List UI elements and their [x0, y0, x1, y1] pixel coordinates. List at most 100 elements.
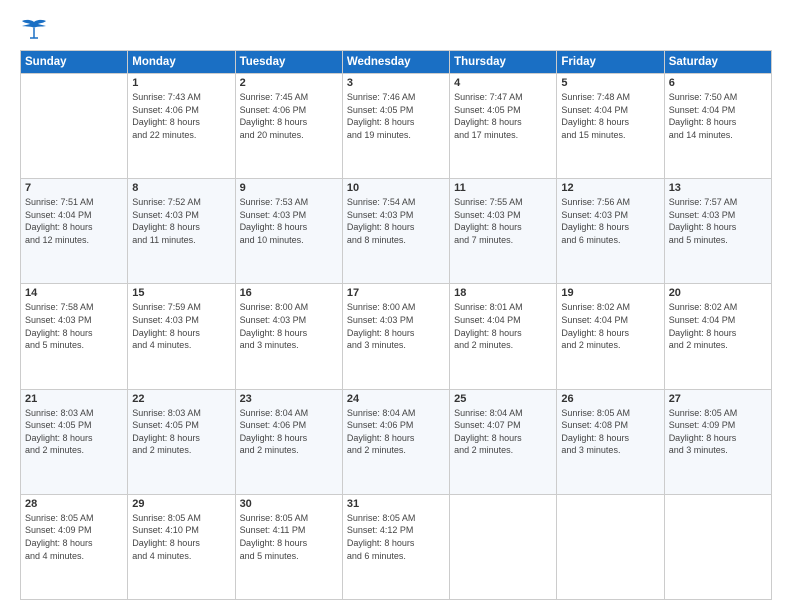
week-row-5: 28 Sunrise: 8:05 AM Sunset: 4:09 PM Dayli…: [21, 494, 772, 599]
day-cell: 2 Sunrise: 7:45 AM Sunset: 4:06 PM Daylig…: [235, 74, 342, 179]
day-number: 2: [240, 77, 338, 89]
day-number: 1: [132, 77, 230, 89]
day-cell: 10Sunrise: 7:54 AM Sunset: 4:03 PM Dayli…: [342, 179, 449, 284]
day-number: 29: [132, 498, 230, 510]
day-cell: 4Sunrise: 7:47 AM Sunset: 4:05 PM Daylig…: [450, 74, 557, 179]
day-number: 23: [240, 393, 338, 405]
day-number: 16: [240, 287, 338, 299]
day-number: 31: [347, 498, 445, 510]
day-header-sunday: Sunday: [21, 51, 128, 74]
day-cell: 12Sunrise: 7:56 AM Sunset: 4:03 PM Dayli…: [557, 179, 664, 284]
day-info: Sunrise: 8:02 AM Sunset: 4:04 PM Dayligh…: [561, 301, 659, 351]
day-number: 15: [132, 287, 230, 299]
day-number: 27: [669, 393, 767, 405]
day-number: 25: [454, 393, 552, 405]
day-info: Sunrise: 7:50 AM Sunset: 4:04 PM Dayligh…: [669, 91, 767, 141]
day-cell: 9 Sunrise: 7:53 AM Sunset: 4:03 PM Daylig…: [235, 179, 342, 284]
day-info: Sunrise: 7:55 AM Sunset: 4:03 PM Dayligh…: [454, 196, 552, 246]
calendar-table: SundayMondayTuesdayWednesdayThursdayFrid…: [20, 50, 772, 600]
day-number: 14: [25, 287, 123, 299]
day-number: 21: [25, 393, 123, 405]
day-cell: 29 Sunrise: 8:05 AM Sunset: 4:10 PM Dayli…: [128, 494, 235, 599]
day-cell: 27 Sunrise: 8:05 AM Sunset: 4:09 PM Dayli…: [664, 389, 771, 494]
day-info: Sunrise: 8:05 AM Sunset: 4:09 PM Dayligh…: [25, 512, 123, 562]
day-cell: 28 Sunrise: 8:05 AM Sunset: 4:09 PM Dayli…: [21, 494, 128, 599]
day-cell: 17 Sunrise: 8:00 AM Sunset: 4:03 PM Dayli…: [342, 284, 449, 389]
day-number: 28: [25, 498, 123, 510]
page: SundayMondayTuesdayWednesdayThursdayFrid…: [0, 0, 792, 612]
day-info: Sunrise: 8:03 AM Sunset: 4:05 PM Dayligh…: [132, 407, 230, 457]
day-number: 13: [669, 182, 767, 194]
day-cell: [450, 494, 557, 599]
day-number: 26: [561, 393, 659, 405]
day-number: 24: [347, 393, 445, 405]
day-info: Sunrise: 7:48 AM Sunset: 4:04 PM Dayligh…: [561, 91, 659, 141]
day-cell: 7 Sunrise: 7:51 AM Sunset: 4:04 PM Daylig…: [21, 179, 128, 284]
day-number: 5: [561, 77, 659, 89]
day-info: Sunrise: 8:05 AM Sunset: 4:10 PM Dayligh…: [132, 512, 230, 562]
logo-bird-icon: [20, 18, 48, 40]
day-info: Sunrise: 8:00 AM Sunset: 4:03 PM Dayligh…: [240, 301, 338, 351]
day-info: Sunrise: 7:52 AM Sunset: 4:03 PM Dayligh…: [132, 196, 230, 246]
day-cell: 26 Sunrise: 8:05 AM Sunset: 4:08 PM Dayli…: [557, 389, 664, 494]
day-header-monday: Monday: [128, 51, 235, 74]
day-cell: 14 Sunrise: 7:58 AM Sunset: 4:03 PM Dayli…: [21, 284, 128, 389]
day-header-friday: Friday: [557, 51, 664, 74]
day-info: Sunrise: 8:00 AM Sunset: 4:03 PM Dayligh…: [347, 301, 445, 351]
day-info: Sunrise: 8:04 AM Sunset: 4:06 PM Dayligh…: [240, 407, 338, 457]
day-number: 3: [347, 77, 445, 89]
day-info: Sunrise: 7:45 AM Sunset: 4:06 PM Dayligh…: [240, 91, 338, 141]
day-info: Sunrise: 8:01 AM Sunset: 4:04 PM Dayligh…: [454, 301, 552, 351]
day-number: 8: [132, 182, 230, 194]
day-number: 20: [669, 287, 767, 299]
day-info: Sunrise: 7:51 AM Sunset: 4:04 PM Dayligh…: [25, 196, 123, 246]
day-cell: [21, 74, 128, 179]
day-cell: 6 Sunrise: 7:50 AM Sunset: 4:04 PM Daylig…: [664, 74, 771, 179]
day-cell: 13Sunrise: 7:57 AM Sunset: 4:03 PM Dayli…: [664, 179, 771, 284]
day-info: Sunrise: 7:58 AM Sunset: 4:03 PM Dayligh…: [25, 301, 123, 351]
day-info: Sunrise: 8:04 AM Sunset: 4:07 PM Dayligh…: [454, 407, 552, 457]
day-number: 7: [25, 182, 123, 194]
day-info: Sunrise: 7:59 AM Sunset: 4:03 PM Dayligh…: [132, 301, 230, 351]
week-row-3: 14 Sunrise: 7:58 AM Sunset: 4:03 PM Dayli…: [21, 284, 772, 389]
day-cell: 23 Sunrise: 8:04 AM Sunset: 4:06 PM Dayli…: [235, 389, 342, 494]
day-number: 17: [347, 287, 445, 299]
day-info: Sunrise: 8:05 AM Sunset: 4:11 PM Dayligh…: [240, 512, 338, 562]
day-info: Sunrise: 8:05 AM Sunset: 4:08 PM Dayligh…: [561, 407, 659, 457]
day-info: Sunrise: 7:56 AM Sunset: 4:03 PM Dayligh…: [561, 196, 659, 246]
day-info: Sunrise: 8:02 AM Sunset: 4:04 PM Dayligh…: [669, 301, 767, 351]
day-header-saturday: Saturday: [664, 51, 771, 74]
day-info: Sunrise: 7:43 AM Sunset: 4:06 PM Dayligh…: [132, 91, 230, 141]
day-number: 11: [454, 182, 552, 194]
header: [20, 18, 772, 40]
day-number: 18: [454, 287, 552, 299]
day-header-thursday: Thursday: [450, 51, 557, 74]
day-cell: 8 Sunrise: 7:52 AM Sunset: 4:03 PM Daylig…: [128, 179, 235, 284]
days-header-row: SundayMondayTuesdayWednesdayThursdayFrid…: [21, 51, 772, 74]
day-number: 6: [669, 77, 767, 89]
day-number: 19: [561, 287, 659, 299]
week-row-1: 1 Sunrise: 7:43 AM Sunset: 4:06 PM Daylig…: [21, 74, 772, 179]
day-info: Sunrise: 8:04 AM Sunset: 4:06 PM Dayligh…: [347, 407, 445, 457]
day-cell: 11 Sunrise: 7:55 AM Sunset: 4:03 PM Dayli…: [450, 179, 557, 284]
day-number: 30: [240, 498, 338, 510]
day-info: Sunrise: 8:05 AM Sunset: 4:09 PM Dayligh…: [669, 407, 767, 457]
day-number: 22: [132, 393, 230, 405]
day-cell: 21 Sunrise: 8:03 AM Sunset: 4:05 PM Dayli…: [21, 389, 128, 494]
week-row-4: 21 Sunrise: 8:03 AM Sunset: 4:05 PM Dayli…: [21, 389, 772, 494]
day-cell: 30 Sunrise: 8:05 AM Sunset: 4:11 PM Dayli…: [235, 494, 342, 599]
day-header-wednesday: Wednesday: [342, 51, 449, 74]
day-info: Sunrise: 8:03 AM Sunset: 4:05 PM Dayligh…: [25, 407, 123, 457]
day-cell: 16 Sunrise: 8:00 AM Sunset: 4:03 PM Dayli…: [235, 284, 342, 389]
day-info: Sunrise: 7:53 AM Sunset: 4:03 PM Dayligh…: [240, 196, 338, 246]
day-cell: 3Sunrise: 7:46 AM Sunset: 4:05 PM Daylig…: [342, 74, 449, 179]
day-number: 9: [240, 182, 338, 194]
day-cell: 5 Sunrise: 7:48 AM Sunset: 4:04 PM Daylig…: [557, 74, 664, 179]
day-cell: 19 Sunrise: 8:02 AM Sunset: 4:04 PM Dayli…: [557, 284, 664, 389]
day-cell: [664, 494, 771, 599]
day-cell: 18 Sunrise: 8:01 AM Sunset: 4:04 PM Dayli…: [450, 284, 557, 389]
day-number: 4: [454, 77, 552, 89]
day-cell: 25 Sunrise: 8:04 AM Sunset: 4:07 PM Dayli…: [450, 389, 557, 494]
logo: [20, 18, 52, 40]
day-number: 10: [347, 182, 445, 194]
